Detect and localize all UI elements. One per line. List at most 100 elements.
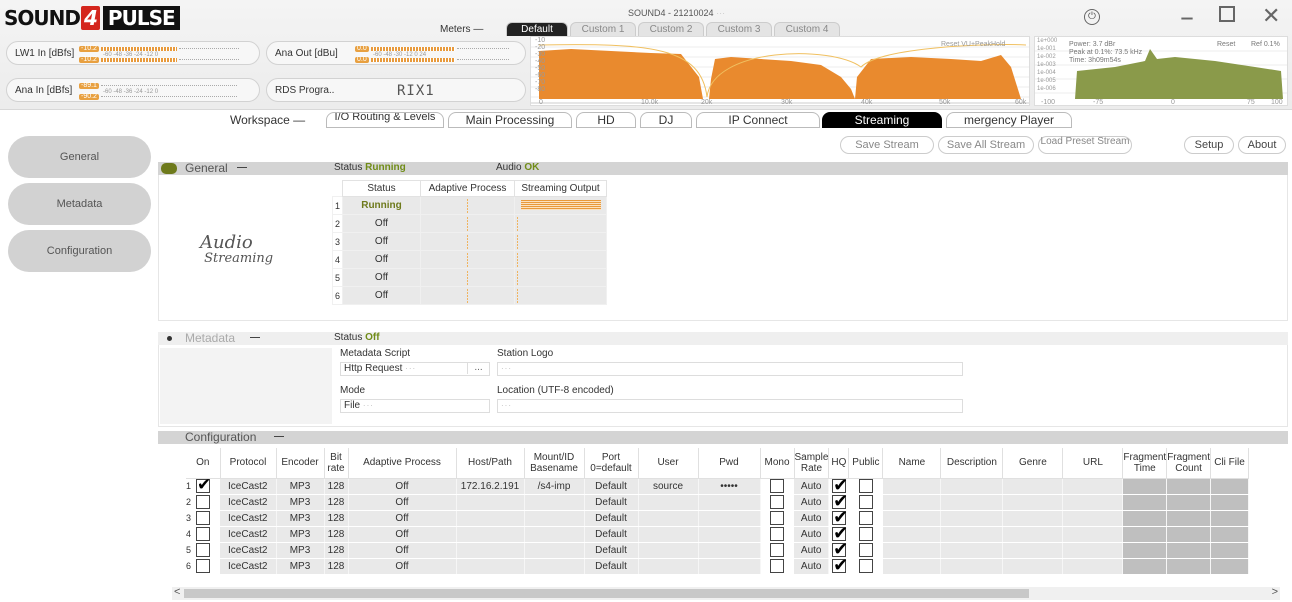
meter-tab-custom1[interactable]: Custom 1: [570, 22, 636, 36]
metadata-script-browse-button[interactable]: ...: [467, 362, 489, 374]
cell-bitrate[interactable]: 128: [324, 510, 349, 527]
public-checkbox[interactable]: [858, 511, 873, 525]
hq-checkbox[interactable]: [832, 526, 848, 541]
maximize-icon[interactable]: [1219, 6, 1235, 22]
cell-fragment-count[interactable]: [1166, 478, 1211, 495]
cell-on[interactable]: [186, 494, 220, 511]
cell-description[interactable]: [940, 478, 1004, 495]
cell-public[interactable]: [848, 494, 883, 511]
power-icon[interactable]: ⏻: [1084, 9, 1100, 25]
cell-mono[interactable]: [760, 494, 794, 511]
hq-checkbox[interactable]: [832, 510, 848, 525]
cell-user[interactable]: source: [638, 478, 699, 495]
cell-sample-rate[interactable]: Auto: [794, 542, 830, 559]
cell-on[interactable]: [186, 510, 220, 527]
cell-host-path[interactable]: [456, 510, 525, 527]
location-input[interactable]: ···: [497, 399, 963, 413]
cell-mount-id[interactable]: [524, 526, 585, 543]
cell-cli-file[interactable]: [1210, 478, 1249, 495]
cell-url[interactable]: [1062, 542, 1124, 559]
tab-ip-connect[interactable]: IP Connect: [696, 112, 820, 128]
cell-fragment-time[interactable]: [1122, 494, 1168, 511]
cell-fragment-time[interactable]: [1122, 510, 1168, 527]
mode-select[interactable]: File ···: [340, 399, 490, 413]
meter-tab-default[interactable]: Default: [506, 22, 568, 36]
public-checkbox[interactable]: [858, 495, 873, 509]
cell-url[interactable]: [1062, 526, 1124, 543]
on-checkbox[interactable]: [196, 511, 210, 525]
cell-pwd[interactable]: [698, 526, 761, 543]
on-checkbox[interactable]: [196, 527, 210, 541]
cell-bitrate[interactable]: 128: [324, 542, 349, 559]
cell-encoder[interactable]: MP3: [276, 494, 325, 511]
cell-pwd[interactable]: [698, 494, 761, 511]
meter-tab-custom4[interactable]: Custom 4: [774, 22, 840, 36]
cell-on[interactable]: [186, 558, 220, 575]
cell-on[interactable]: [186, 526, 220, 543]
mono-checkbox[interactable]: [770, 511, 785, 525]
cell-name[interactable]: [882, 558, 942, 575]
cell-genre[interactable]: [1002, 494, 1064, 511]
cell-protocol[interactable]: IceCast2: [220, 510, 277, 527]
hq-checkbox[interactable]: [832, 478, 848, 493]
mono-checkbox[interactable]: [770, 479, 785, 493]
cell-host-path[interactable]: [456, 542, 525, 559]
save-stream-button[interactable]: Save Stream: [840, 136, 934, 154]
tab-main-processing[interactable]: Main Processing: [448, 112, 572, 128]
cell-public[interactable]: [848, 510, 883, 527]
public-checkbox[interactable]: [858, 479, 873, 493]
cell-public[interactable]: [848, 542, 883, 559]
mono-checkbox[interactable]: [770, 559, 785, 573]
cell-description[interactable]: [940, 558, 1004, 575]
cell-mount-id[interactable]: [524, 510, 585, 527]
cell-mono[interactable]: [760, 478, 794, 495]
cell-url[interactable]: [1062, 494, 1124, 511]
cell-name[interactable]: [882, 542, 942, 559]
cell-mono[interactable]: [760, 542, 794, 559]
cell-name[interactable]: [882, 526, 942, 543]
cell-fragment-time[interactable]: [1122, 558, 1168, 575]
cell-mono[interactable]: [760, 526, 794, 543]
cell-user[interactable]: [638, 558, 699, 575]
cell-description[interactable]: [940, 510, 1004, 527]
cell-pwd[interactable]: [698, 558, 761, 575]
cell-port[interactable]: Default: [584, 510, 639, 527]
cell-url[interactable]: [1062, 558, 1124, 575]
on-checkbox[interactable]: [196, 478, 211, 493]
cell-fragment-time[interactable]: [1122, 526, 1168, 543]
cell-host-path[interactable]: [456, 558, 525, 575]
load-preset-stream-button[interactable]: Load Preset Stream: [1038, 136, 1132, 154]
cell-encoder[interactable]: MP3: [276, 510, 325, 527]
cell-encoder[interactable]: MP3: [276, 478, 325, 495]
public-checkbox[interactable]: [858, 543, 873, 557]
power-reset-button[interactable]: Reset: [1217, 41, 1235, 48]
cell-fragment-count[interactable]: [1166, 542, 1211, 559]
cell-sample-rate[interactable]: Auto: [794, 510, 830, 527]
station-logo-input[interactable]: ···: [497, 362, 963, 376]
about-button[interactable]: About: [1238, 136, 1286, 154]
cell-protocol[interactable]: IceCast2: [220, 478, 277, 495]
cell-encoder[interactable]: MP3: [276, 526, 325, 543]
cell-port[interactable]: Default: [584, 494, 639, 511]
cell-protocol[interactable]: IceCast2: [220, 494, 277, 511]
cell-bitrate[interactable]: 128: [324, 494, 349, 511]
cell-hq[interactable]: [828, 510, 849, 527]
on-checkbox[interactable]: [196, 495, 210, 509]
hq-checkbox[interactable]: [832, 494, 848, 509]
cell-name[interactable]: [882, 478, 942, 495]
save-all-stream-button[interactable]: Save All Stream: [938, 136, 1034, 154]
tab-dj[interactable]: DJ: [640, 112, 692, 128]
cell-description[interactable]: [940, 494, 1004, 511]
close-icon[interactable]: ✕: [1262, 4, 1280, 29]
cell-bitrate[interactable]: 128: [324, 558, 349, 575]
cell-mono[interactable]: [760, 558, 794, 575]
cell-sample-rate[interactable]: Auto: [794, 494, 830, 511]
public-checkbox[interactable]: [858, 559, 873, 573]
cell-cli-file[interactable]: [1210, 558, 1249, 575]
mono-checkbox[interactable]: [770, 543, 785, 557]
cell-hq[interactable]: [828, 526, 849, 543]
cell-pwd[interactable]: [698, 542, 761, 559]
cell-encoder[interactable]: MP3: [276, 542, 325, 559]
cell-user[interactable]: [638, 526, 699, 543]
cell-port[interactable]: Default: [584, 478, 639, 495]
